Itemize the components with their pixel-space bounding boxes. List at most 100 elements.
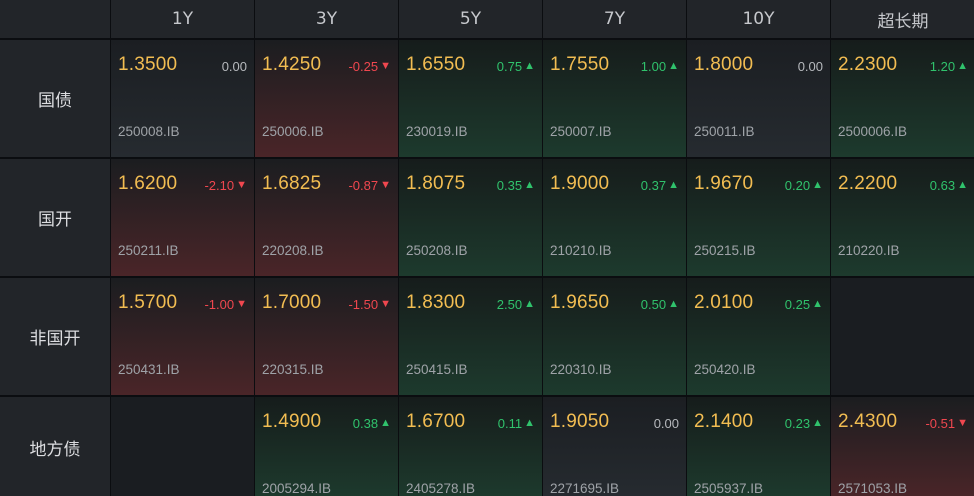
quote-cell[interactable]: 1.8300 2.50 ▲ 250415.IB (399, 278, 542, 395)
quote-cell[interactable]: 2.4300 -0.51 ▼ 2571053.IB (831, 397, 974, 496)
row-label[interactable]: 非国开 (0, 278, 110, 395)
yield-change: -2.10 ▼ (204, 178, 247, 193)
yield-change: 0.23 ▲ (785, 416, 823, 431)
yield-value: 2.4300 (838, 411, 898, 432)
triangle-up-icon: ▲ (668, 60, 679, 72)
quote-cell[interactable]: 1.4250 -0.25 ▼ 250006.IB (255, 40, 398, 157)
quote-cell[interactable]: 1.9000 0.37 ▲ 210210.IB (543, 159, 686, 276)
yield-change-value: 0.00 (797, 59, 823, 74)
bond-code: 2505937.IB (694, 481, 764, 496)
quote-cell[interactable]: 1.7000 -1.50 ▼ 220315.IB (255, 278, 398, 395)
yield-change: 0.63 ▲ (930, 178, 968, 193)
yield-value: 1.6200 (118, 173, 178, 194)
yield-change-value: 0.63 (929, 178, 956, 193)
yield-change: 0.37 ▲ (641, 178, 679, 193)
bond-code: 2271695.IB (550, 481, 620, 496)
yield-change-value: 2.50 (496, 297, 523, 312)
bond-code: 210220.IB (838, 243, 900, 258)
yield-change: 0.75 ▲ (497, 59, 535, 74)
triangle-up-icon: ▲ (524, 417, 535, 429)
triangle-up-icon: ▲ (524, 179, 535, 191)
row-label[interactable]: 地方债 (0, 397, 110, 496)
quote-cell[interactable]: 1.3500 0.00 250008.IB (111, 40, 254, 157)
quote-cell[interactable]: 1.6825 -0.87 ▼ 220208.IB (255, 159, 398, 276)
quote-cell[interactable]: 2.2200 0.63 ▲ 210220.IB (831, 159, 974, 276)
yield-change: -0.51 ▼ (925, 416, 968, 431)
quote-cell[interactable]: 1.9650 0.50 ▲ 220310.IB (543, 278, 686, 395)
quote-cell[interactable]: 2.1400 0.23 ▲ 2505937.IB (687, 397, 830, 496)
quote-cell[interactable]: 2.0100 0.25 ▲ 250420.IB (687, 278, 830, 395)
quote-cell[interactable]: 1.9670 0.20 ▲ 250215.IB (687, 159, 830, 276)
yield-change: 0.11 ▲ (498, 416, 535, 431)
triangle-down-icon: ▼ (380, 60, 391, 72)
yield-change-value: 0.37 (640, 178, 667, 193)
triangle-down-icon: ▼ (957, 417, 968, 429)
row-label[interactable]: 国债 (0, 40, 110, 157)
yield-value: 1.6700 (406, 411, 466, 432)
bond-code: 250415.IB (406, 362, 468, 377)
yield-change-value: -1.00 (204, 297, 235, 312)
quote-cell[interactable]: 1.8075 0.35 ▲ 250208.IB (399, 159, 542, 276)
yield-value: 1.8300 (406, 292, 466, 313)
bond-code: 250011.IB (694, 124, 755, 139)
triangle-up-icon: ▲ (957, 179, 968, 191)
yield-change: 1.00 ▲ (641, 59, 679, 74)
yield-change: 0.00 (798, 59, 823, 74)
yield-value: 1.4250 (262, 54, 322, 75)
column-header-ultra-long[interactable]: 超长期 (831, 0, 974, 38)
bond-code: 250211.IB (118, 243, 179, 258)
yield-change: 0.00 (654, 416, 679, 431)
bond-code: 250008.IB (118, 124, 180, 139)
empty-quote-cell (111, 397, 254, 496)
yield-change: -1.00 ▼ (204, 297, 247, 312)
column-header-5y[interactable]: 5Y (399, 0, 542, 38)
yield-change-value: -0.51 (925, 416, 956, 431)
quote-cell[interactable]: 1.8000 0.00 250011.IB (687, 40, 830, 157)
quote-cell[interactable]: 1.6200 -2.10 ▼ 250211.IB (111, 159, 254, 276)
yield-value: 2.0100 (694, 292, 754, 313)
yield-change-value: 0.38 (352, 416, 379, 431)
triangle-up-icon: ▲ (812, 298, 823, 310)
yield-value: 1.7000 (262, 292, 322, 313)
yield-change: 0.35 ▲ (497, 178, 535, 193)
column-header-10y[interactable]: 10Y (687, 0, 830, 38)
yield-value: 2.2300 (838, 54, 898, 75)
bond-code: 220315.IB (262, 362, 324, 377)
yield-change-value: 1.20 (929, 59, 956, 74)
triangle-up-icon: ▲ (812, 417, 823, 429)
column-header-7y[interactable]: 7Y (543, 0, 686, 38)
quote-cell[interactable]: 1.6550 0.75 ▲ 230019.IB (399, 40, 542, 157)
triangle-up-icon: ▲ (524, 60, 535, 72)
bond-code: 250208.IB (406, 243, 468, 258)
yield-value: 1.5700 (118, 292, 178, 313)
triangle-up-icon: ▲ (957, 60, 968, 72)
column-header-3y[interactable]: 3Y (255, 0, 398, 38)
triangle-down-icon: ▼ (380, 298, 391, 310)
quote-cell[interactable]: 1.7550 1.00 ▲ 250007.IB (543, 40, 686, 157)
column-header-1y[interactable]: 1Y (111, 0, 254, 38)
yield-value: 2.1400 (694, 411, 754, 432)
yield-value: 1.8000 (694, 54, 754, 75)
row-label[interactable]: 国开 (0, 159, 110, 276)
yield-change: 1.20 ▲ (930, 59, 968, 74)
yield-value: 1.9000 (550, 173, 610, 194)
triangle-down-icon: ▼ (236, 179, 247, 191)
triangle-up-icon: ▲ (380, 417, 391, 429)
yield-value: 1.7550 (550, 54, 610, 75)
quote-cell[interactable]: 1.4900 0.38 ▲ 2005294.IB (255, 397, 398, 496)
quote-cell[interactable]: 2.2300 1.20 ▲ 2500006.IB (831, 40, 974, 157)
yield-change: 0.38 ▲ (353, 416, 391, 431)
triangle-down-icon: ▼ (236, 298, 247, 310)
bond-yield-matrix: 1Y 3Y 5Y 7Y 10Y 超长期 国债 1.3500 0.00 250008.I… (0, 0, 974, 496)
yield-change: 0.20 ▲ (785, 178, 823, 193)
yield-change-value: 0.11 (497, 416, 523, 431)
bond-code: 220310.IB (550, 362, 612, 377)
yield-value: 1.9670 (694, 173, 754, 194)
quote-cell[interactable]: 1.5700 -1.00 ▼ 250431.IB (111, 278, 254, 395)
yield-change: 0.00 (222, 59, 247, 74)
quote-cell[interactable]: 1.9050 0.00 2271695.IB (543, 397, 686, 496)
yield-value: 1.6825 (262, 173, 322, 194)
yield-value: 1.6550 (406, 54, 466, 75)
quote-cell[interactable]: 1.6700 0.11 ▲ 2405278.IB (399, 397, 542, 496)
yield-change-value: 1.00 (640, 59, 667, 74)
